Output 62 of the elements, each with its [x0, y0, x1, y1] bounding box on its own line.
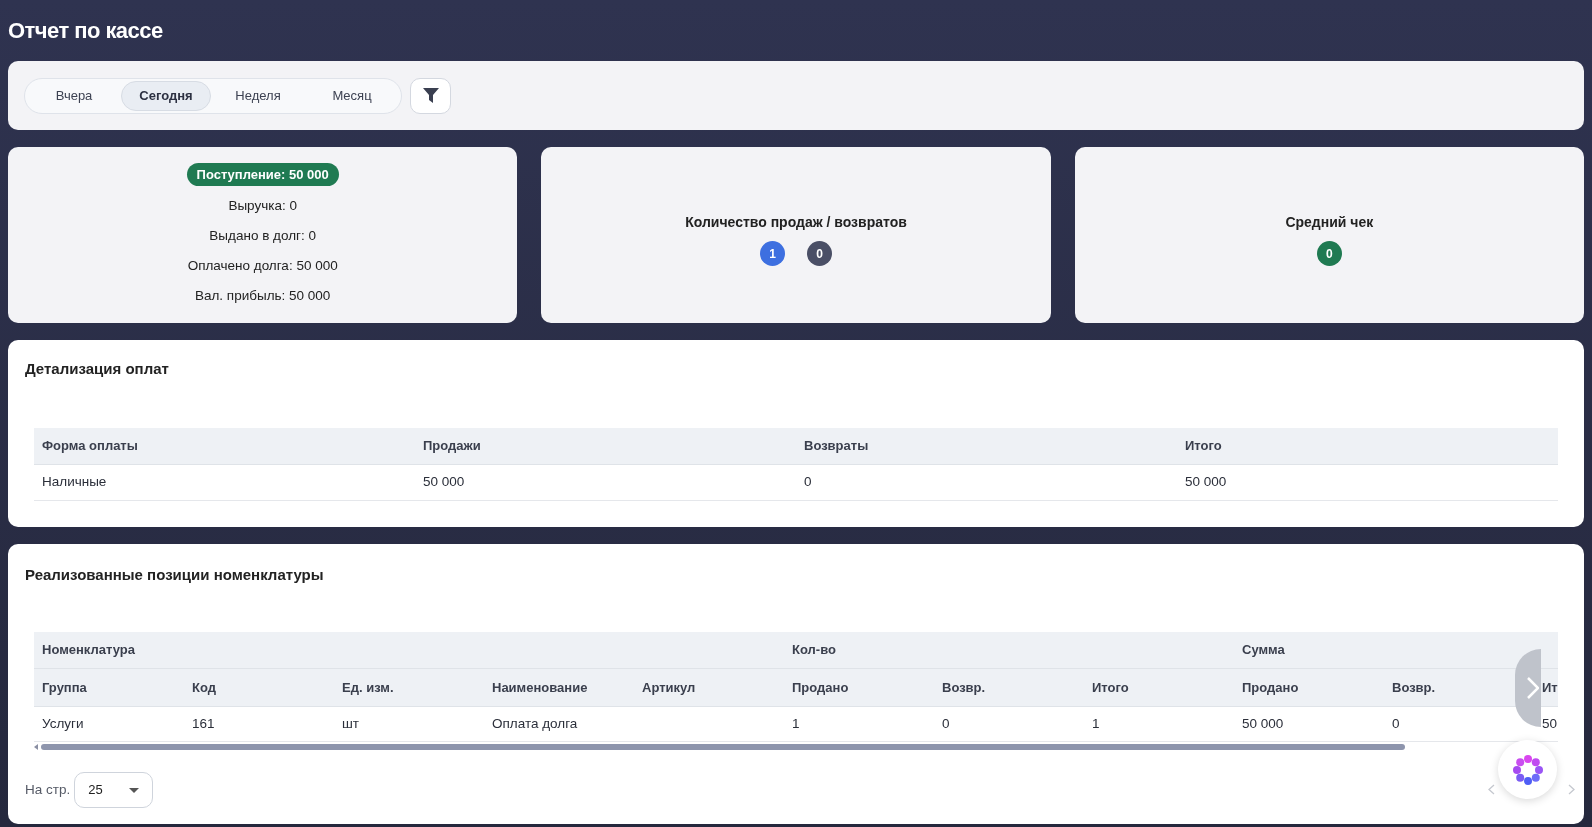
period-tab[interactable]: Месяц [305, 80, 399, 111]
period-tab[interactable]: Вчера [27, 80, 121, 111]
column-header: Ит [1541, 678, 1558, 697]
next-page-icon[interactable] [1568, 784, 1575, 795]
column-header: Ед. изм. [341, 678, 395, 697]
count-badge: 0 [1316, 241, 1342, 266]
column-header: Наименование [491, 678, 589, 697]
caret-icon [129, 787, 140, 793]
chat-widget-button[interactable] [1498, 740, 1557, 799]
per-page-select[interactable]: 25 [74, 772, 154, 808]
column-group-header: Кол-во [791, 641, 837, 660]
column-header: Код [191, 678, 217, 697]
summary-line: Вал. прибыль: 50 000 [194, 287, 331, 305]
period-tab[interactable]: Неделя [211, 80, 305, 111]
table-cell-text: 50 [1541, 714, 1558, 733]
column-header: Артикул [641, 678, 697, 697]
horizontal-scrollbar[interactable] [41, 744, 1405, 750]
page-title: Отчет по кассе [8, 17, 164, 45]
scroll-right-button[interactable] [1515, 649, 1541, 727]
column-header: Возвраты [803, 437, 870, 456]
table-cell-text: 1 [791, 714, 801, 733]
chevron-right-icon [1527, 677, 1539, 699]
summary-line: Выдано в долг: 0 [209, 227, 316, 245]
table-cell-text: 0 [941, 714, 951, 733]
column-header: Группа [41, 678, 88, 697]
table-cell-text: 161 [191, 714, 216, 733]
table-cell-text: 0 [1391, 714, 1401, 733]
column-header: Итого [1184, 437, 1223, 456]
table-cell-text: Услуги [41, 714, 85, 733]
previous-page-icon[interactable] [1488, 784, 1495, 795]
filter-icon [422, 88, 439, 103]
per-page-label: На стр. [25, 780, 71, 799]
column-header: Возвр. [1391, 678, 1437, 697]
section-title: Реализованные позиции номенклатуры [25, 565, 325, 585]
table-cell-text: 50 000 [1241, 714, 1285, 733]
column-header: Итого [1091, 678, 1130, 697]
column-header: Форма оплаты [41, 437, 139, 456]
column-header: Продано [791, 678, 850, 697]
table-cell-text: 0 [803, 473, 813, 492]
income-badge: Поступление: 50 000 [186, 163, 339, 186]
count-badge: 1 [760, 241, 785, 266]
period-tab[interactable]: Сегодня [121, 80, 211, 111]
table-cell-text: 1 [1091, 714, 1101, 733]
filter-button[interactable] [410, 77, 451, 114]
column-header: Возвр. [941, 678, 987, 697]
table-cell-text: Наличные [41, 473, 108, 492]
section-title: Детализация оплат [25, 359, 170, 379]
column-group-header: Сумма [1241, 641, 1286, 660]
scroll-left-icon[interactable] [34, 744, 38, 750]
table-cell-text: шт [341, 714, 360, 733]
count-badge: 0 [807, 241, 832, 266]
dots-ring-icon [1511, 753, 1544, 786]
column-group-header: Номенклатура [41, 641, 136, 660]
stat-title: Средний чек [1285, 213, 1374, 232]
column-header: Продажи [422, 437, 482, 456]
summary-line: Выручка: 0 [228, 197, 297, 215]
table-cell-text: Оплата долга [491, 714, 579, 733]
summary-line: Оплачено долга: 50 000 [187, 257, 338, 275]
column-header: Продано [1241, 678, 1300, 697]
stat-title: Количество продаж / возвратов [685, 213, 907, 232]
table-cell-text: 50 000 [422, 473, 466, 492]
table-cell-text: 50 000 [1184, 473, 1228, 492]
